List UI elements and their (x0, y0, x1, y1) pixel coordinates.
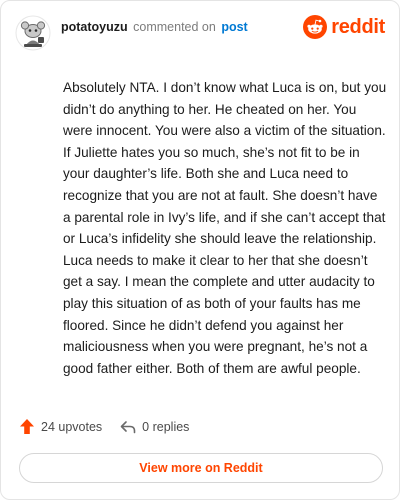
reply-button[interactable]: 0 replies (120, 420, 189, 434)
view-more-on-reddit-button[interactable]: View more on Reddit (19, 453, 383, 483)
comment-body: Absolutely NTA. I don’t know what Luca i… (63, 80, 387, 376)
embedded-comment-card: potatoyuzu commented on post reddit Abso… (0, 0, 400, 500)
upvote-arrow-icon (20, 419, 34, 434)
comment-actions: 24 upvotes 0 replies (19, 418, 189, 435)
reply-arrow-icon (120, 420, 136, 433)
reddit-wordmark: reddit (331, 15, 385, 38)
comment-header: potatoyuzu commented on post reddit (15, 13, 385, 53)
snoo-avatar-icon (15, 15, 51, 51)
user-avatar[interactable] (15, 15, 51, 51)
comment-action-text: commented on (133, 20, 216, 34)
comment-meta: potatoyuzu commented on post (61, 19, 248, 35)
upvote-button[interactable]: 24 upvotes (19, 418, 102, 435)
username[interactable]: potatoyuzu (61, 20, 128, 34)
upvote-count: 24 upvotes (41, 419, 103, 434)
reddit-brand[interactable]: reddit (303, 15, 385, 39)
reddit-logo-icon (303, 15, 328, 39)
post-link[interactable]: post (221, 20, 247, 34)
reply-count: 0 replies (142, 419, 190, 434)
